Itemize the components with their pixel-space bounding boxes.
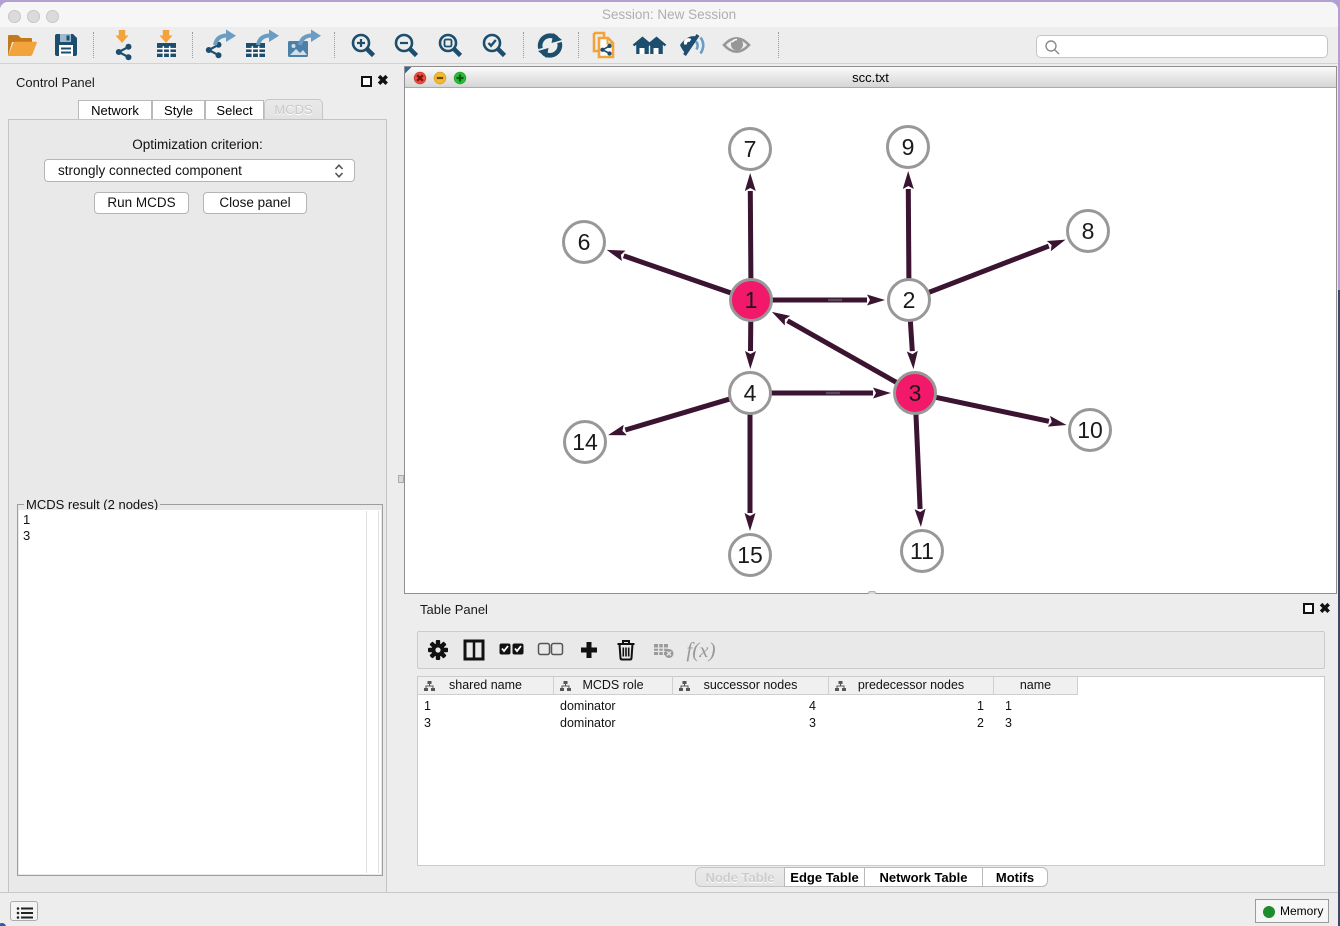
svg-text:14: 14 — [572, 429, 598, 455]
svg-text:15: 15 — [737, 542, 763, 568]
svg-text:11: 11 — [910, 538, 934, 564]
svg-text:1: 1 — [745, 287, 758, 313]
svg-text:9: 9 — [902, 134, 915, 160]
svg-text:10: 10 — [1077, 417, 1103, 443]
svg-text:7: 7 — [744, 136, 757, 162]
svg-text:3: 3 — [909, 380, 922, 406]
svg-text:8: 8 — [1082, 218, 1095, 244]
svg-text:f(x): f(x) — [686, 638, 715, 662]
svg-text:4: 4 — [744, 380, 757, 406]
svg-text:2: 2 — [903, 287, 916, 313]
svg-text:6: 6 — [578, 229, 591, 255]
